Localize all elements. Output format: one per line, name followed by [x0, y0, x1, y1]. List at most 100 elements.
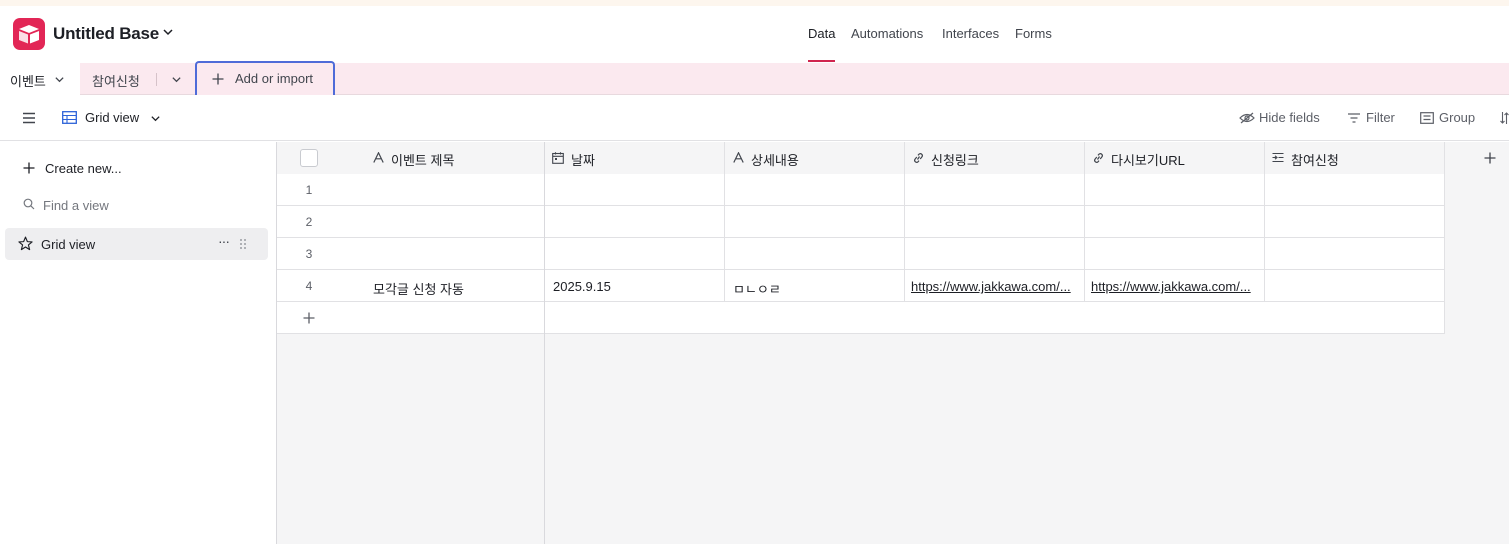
plus-icon — [212, 73, 224, 85]
cell[interactable] — [1085, 174, 1265, 206]
column-header-primary[interactable]: 이벤트 제목 — [277, 142, 545, 174]
link-icon — [1094, 153, 1103, 163]
filter-button[interactable]: Filter — [1366, 110, 1395, 125]
cell[interactable] — [1085, 238, 1265, 270]
cell[interactable] — [545, 206, 725, 238]
cell[interactable] — [725, 238, 905, 270]
add-record-button[interactable] — [277, 302, 545, 334]
tab-divider — [156, 73, 157, 86]
drag-handle-icon[interactable] — [239, 238, 247, 250]
base-title[interactable]: Untitled Base — [53, 24, 159, 44]
sidebar-view-label: Grid view — [41, 237, 96, 252]
chevron-down-icon[interactable] — [162, 26, 174, 38]
tab-label: 참여신청 — [92, 74, 140, 89]
column-header-date[interactable]: 날짜 — [545, 142, 725, 174]
cell[interactable] — [905, 238, 1085, 270]
row-number: 4 — [305, 279, 313, 293]
linked-record-icon — [1272, 152, 1284, 163]
app-header: Untitled Base Data Automations Interface… — [0, 6, 1509, 63]
cell[interactable] — [1265, 206, 1445, 238]
chevron-down-icon[interactable] — [54, 74, 65, 85]
replay-url-link[interactable]: https://www.jakkawa.com/... — [1091, 279, 1251, 294]
create-new-view-button[interactable]: Create new... — [5, 152, 268, 184]
hide-fields-button[interactable]: Hide fields — [1259, 110, 1320, 125]
grid-view-icon — [62, 111, 77, 124]
active-nav-indicator — [808, 60, 835, 62]
cell[interactable] — [905, 174, 1085, 206]
filter-icon — [1348, 113, 1360, 123]
primary-cell[interactable]: 4 모각글 신청 자동 — [277, 270, 545, 302]
date-value: 2025.9.15 — [553, 279, 611, 294]
current-view-switcher[interactable]: Grid view — [85, 110, 139, 125]
eye-slash-icon — [1239, 112, 1255, 124]
table-tabs-bar: 이벤트 참여신청 Add or import — [0, 61, 1509, 96]
primary-cell[interactable]: 3 — [277, 238, 545, 270]
column-header-label: 다시보기URL — [1111, 153, 1185, 168]
row-number: 3 — [305, 247, 313, 261]
cell[interactable] — [545, 174, 725, 206]
column-header-replay-url[interactable]: 다시보기URL — [1085, 142, 1265, 174]
base-logo-icon[interactable] — [13, 18, 45, 50]
cell[interactable] — [1085, 206, 1265, 238]
cell[interactable] — [545, 238, 725, 270]
primary-cell[interactable]: 1 — [277, 174, 545, 206]
search-icon — [23, 198, 35, 210]
add-record-row-fill[interactable] — [545, 302, 1445, 334]
cell[interactable]: https://www.jakkawa.com/... — [1085, 270, 1265, 302]
nav-automations[interactable]: Automations — [851, 26, 923, 41]
create-new-label: Create new... — [45, 161, 122, 176]
cell[interactable]: ㅁㄴㅇㄹ — [725, 270, 905, 302]
add-field-button[interactable] — [1445, 142, 1509, 174]
chevron-down-icon[interactable] — [150, 113, 161, 124]
nav-interfaces[interactable]: Interfaces — [942, 26, 999, 41]
text-icon — [373, 152, 384, 163]
find-view-input[interactable]: Find a view — [5, 189, 268, 221]
column-header-details[interactable]: 상세내용 — [725, 142, 905, 174]
column-header-label: 이벤트 제목 — [391, 153, 455, 168]
plus-icon — [303, 312, 315, 324]
find-view-placeholder: Find a view — [43, 198, 109, 213]
add-or-import-label: Add or import — [235, 71, 314, 86]
plus-icon — [23, 162, 35, 174]
primary-cell[interactable]: 2 — [277, 206, 545, 238]
sidebar-view-grid[interactable]: Grid view ··· — [5, 228, 268, 260]
more-options-icon[interactable]: ··· — [218, 233, 230, 249]
add-or-import-button[interactable]: Add or import — [195, 61, 335, 96]
nav-forms[interactable]: Forms — [1015, 26, 1052, 41]
text-icon — [733, 152, 744, 163]
cell[interactable] — [905, 206, 1085, 238]
hamburger-menu-icon[interactable] — [22, 112, 36, 124]
views-sidebar: Create new... Find a view Grid view ··· — [0, 142, 277, 544]
frozen-column-divider — [544, 142, 545, 544]
column-header-registrations[interactable]: 참여신청 — [1265, 142, 1445, 174]
cell[interactable]: 2025.9.15 — [545, 270, 725, 302]
select-all-checkbox[interactable] — [300, 149, 318, 167]
tab-table-events[interactable]: 이벤트 — [0, 63, 80, 95]
column-header-label: 신청링크 — [931, 153, 979, 168]
details-value: ㅁㄴㅇㄹ — [733, 282, 781, 297]
cell[interactable]: https://www.jakkawa.com/... — [905, 270, 1085, 302]
star-icon[interactable] — [18, 236, 33, 251]
plus-icon — [1484, 152, 1496, 164]
column-header-label: 날짜 — [571, 153, 595, 168]
cell[interactable] — [725, 206, 905, 238]
cell[interactable] — [725, 174, 905, 206]
grid-header-row: 이벤트 제목 날짜 상세내용 신청링크 다시보기URL 참여신청 — [277, 142, 1509, 174]
signup-link[interactable]: https://www.jakkawa.com/... — [911, 279, 1071, 294]
group-icon — [1420, 112, 1434, 124]
cell[interactable] — [1265, 270, 1445, 302]
group-button[interactable]: Group — [1439, 110, 1475, 125]
column-header-signup-link[interactable]: 신청링크 — [905, 142, 1085, 174]
chevron-down-icon[interactable] — [171, 74, 182, 85]
calendar-icon — [552, 152, 564, 164]
link-icon — [914, 153, 923, 163]
nav-data[interactable]: Data — [808, 26, 835, 41]
sort-icon[interactable] — [1500, 111, 1509, 125]
column-header-label: 참여신청 — [1291, 153, 1339, 168]
cell[interactable] — [1265, 238, 1445, 270]
row-number: 2 — [305, 215, 313, 229]
cell[interactable] — [1265, 174, 1445, 206]
grid-area: 이벤트 제목 날짜 상세내용 신청링크 다시보기URL 참여신청 1 2 3 4… — [277, 142, 1509, 544]
tab-label: 이벤트 — [10, 74, 46, 89]
view-toolbar: Grid view Hide fields Filter Group — [0, 95, 1509, 141]
